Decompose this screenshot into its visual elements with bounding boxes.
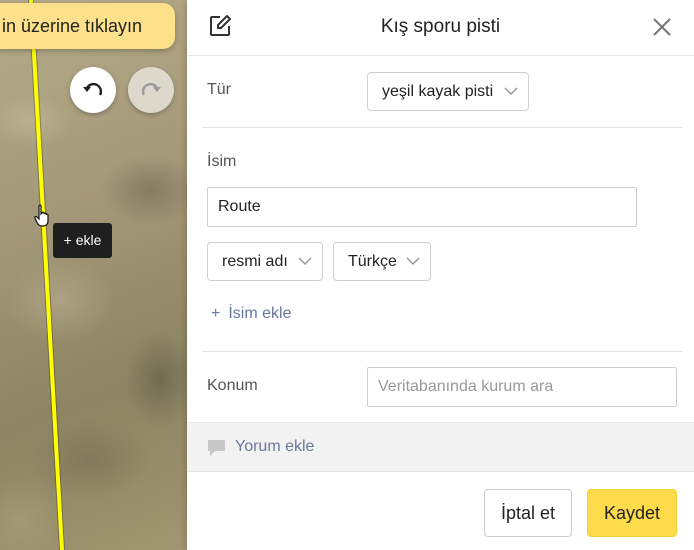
add-point-tooltip: + ekle xyxy=(53,223,112,258)
undo-button[interactable] xyxy=(70,67,116,113)
redo-button[interactable] xyxy=(128,67,174,113)
add-comment-link[interactable]: Yorum ekle xyxy=(235,438,314,456)
divider xyxy=(202,351,682,352)
cancel-button[interactable]: İptal et xyxy=(484,489,572,537)
edit-panel: Kış sporu pisti Tür yeşil kayak pisti İs… xyxy=(187,0,694,550)
location-label: Konum xyxy=(207,377,258,394)
map-canvas[interactable]: in üzerine tıklayın + ekle xyxy=(0,0,187,550)
name-type-value: resmi adı xyxy=(222,253,288,270)
chevron-down-icon xyxy=(504,87,518,96)
comment-bar[interactable]: Yorum ekle xyxy=(187,422,694,472)
close-icon[interactable] xyxy=(651,16,673,38)
panel-header: Kış sporu pisti xyxy=(187,0,694,56)
add-name-link[interactable]: + İsim ekle xyxy=(211,305,291,323)
comment-icon xyxy=(208,440,225,456)
type-label: Tür xyxy=(207,81,231,98)
location-search-input[interactable] xyxy=(367,367,677,407)
type-select-value: yeşil kayak pisti xyxy=(382,83,494,100)
redo-icon xyxy=(141,82,161,96)
language-value: Türkçe xyxy=(348,253,397,270)
panel-title: Kış sporu pisti xyxy=(380,16,501,37)
language-select[interactable]: Türkçe xyxy=(333,242,431,281)
name-label: İsim xyxy=(207,153,237,170)
add-name-label: İsim ekle xyxy=(228,305,292,322)
chevron-down-icon xyxy=(406,257,420,266)
type-select[interactable]: yeşil kayak pisti xyxy=(367,72,529,111)
divider xyxy=(202,127,682,128)
hint-bubble: in üzerine tıklayın xyxy=(0,3,175,49)
plus-icon: + xyxy=(211,305,221,322)
name-input[interactable] xyxy=(207,187,637,227)
hand-cursor-icon xyxy=(34,204,49,227)
name-type-select[interactable]: resmi adı xyxy=(207,242,323,281)
save-button[interactable]: Kaydet xyxy=(587,489,677,537)
chevron-down-icon xyxy=(298,257,312,266)
undo-icon xyxy=(83,82,103,96)
